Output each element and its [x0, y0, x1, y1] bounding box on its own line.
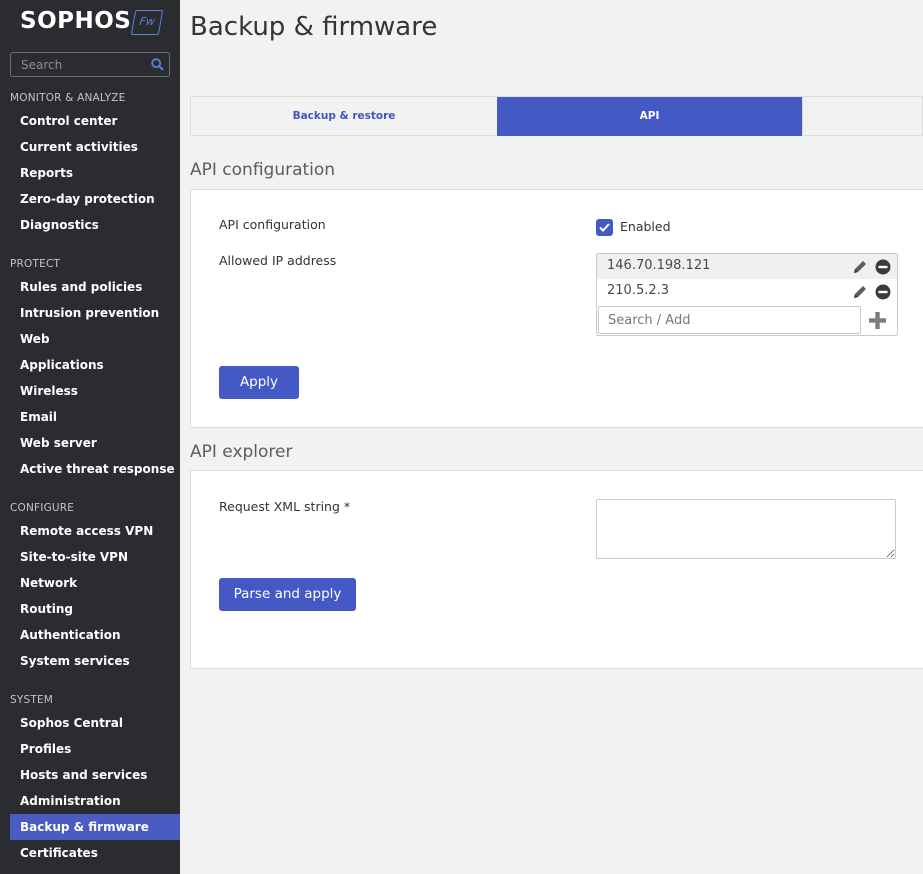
ip-address: 210.5.2.3: [607, 283, 670, 298]
brand-name: SOPHOS: [20, 8, 132, 34]
sidebar-item-system-services[interactable]: System services: [10, 648, 180, 674]
api-explorer-heading: API explorer: [190, 442, 293, 462]
sidebar-item-routing[interactable]: Routing: [10, 596, 180, 622]
sidebar: SOPHOS Fw MONITOR & ANALYZE Control cent…: [0, 0, 180, 874]
sidebar-item-control-center[interactable]: Control center: [10, 108, 180, 134]
sidebar-item-email[interactable]: Email: [10, 404, 180, 430]
allowed-ip-list: 146.70.198.121 210.5.2.3: [596, 253, 898, 336]
firewall-badge: Fw: [130, 10, 164, 35]
checkmark-icon: [599, 223, 610, 232]
sidebar-item-diagnostics[interactable]: Diagnostics: [10, 212, 180, 238]
sidebar-search-input[interactable]: [11, 53, 149, 76]
sidebar-item-web[interactable]: Web: [10, 326, 180, 352]
main-content: Backup & firmware Backup & restore API A…: [180, 0, 923, 874]
sidebar-item-rules-and-policies[interactable]: Rules and policies: [10, 274, 180, 300]
api-explorer-panel: Request XML string * Parse and apply: [190, 470, 923, 669]
page-title: Backup & firmware: [190, 12, 438, 42]
nav-section-system: SYSTEM: [10, 694, 54, 706]
sidebar-item-profiles[interactable]: Profiles: [10, 736, 180, 762]
remove-icon[interactable]: [875, 259, 891, 275]
nav-section-configure: CONFIGURE: [10, 502, 75, 514]
sidebar-item-network[interactable]: Network: [10, 570, 180, 596]
api-configuration-panel: API configuration Enabled Allowed IP add…: [190, 189, 923, 428]
ip-address: 146.70.198.121: [607, 258, 711, 273]
api-configuration-label: API configuration: [219, 217, 326, 232]
sidebar-item-authentication[interactable]: Authentication: [10, 622, 180, 648]
tab-api[interactable]: API: [497, 97, 802, 136]
plus-icon[interactable]: [867, 310, 888, 331]
tab-bar: Backup & restore API: [190, 96, 923, 136]
pencil-icon[interactable]: [852, 259, 868, 275]
tab-next[interactable]: [803, 97, 923, 136]
search-icon[interactable]: [151, 58, 164, 71]
sidebar-item-reports[interactable]: Reports: [10, 160, 180, 186]
sidebar-item-administration[interactable]: Administration: [10, 788, 180, 814]
nav-section-protect: PROTECT: [10, 258, 61, 270]
pencil-icon[interactable]: [852, 284, 868, 300]
api-enabled-checkbox[interactable]: [596, 219, 613, 236]
sidebar-item-remote-access-vpn[interactable]: Remote access VPN: [10, 518, 180, 544]
sidebar-item-applications[interactable]: Applications: [10, 352, 180, 378]
sidebar-item-sophos-central[interactable]: Sophos Central: [10, 710, 180, 736]
sidebar-item-zero-day-protection[interactable]: Zero-day protection: [10, 186, 180, 212]
api-enabled-label: Enabled: [620, 219, 671, 234]
sidebar-item-backup-firmware[interactable]: Backup & firmware: [10, 814, 180, 840]
tab-backup-restore[interactable]: Backup & restore: [191, 97, 497, 136]
sidebar-item-wireless[interactable]: Wireless: [10, 378, 180, 404]
parse-and-apply-button[interactable]: Parse and apply: [219, 578, 356, 611]
list-item: 210.5.2.3: [597, 279, 897, 304]
ip-search-add-input[interactable]: [598, 306, 861, 334]
allowed-ip-label: Allowed IP address: [219, 253, 337, 268]
list-item: 146.70.198.121: [597, 254, 897, 279]
sidebar-item-intrusion-prevention[interactable]: Intrusion prevention: [10, 300, 180, 326]
sidebar-item-hosts-and-services[interactable]: Hosts and services: [10, 762, 180, 788]
apply-button[interactable]: Apply: [219, 366, 299, 399]
remove-icon[interactable]: [875, 284, 891, 300]
sidebar-item-site-to-site-vpn[interactable]: Site-to-site VPN: [10, 544, 180, 570]
brand-logo[interactable]: SOPHOS Fw: [0, 0, 180, 46]
sidebar-item-active-threat-response[interactable]: Active threat response: [10, 456, 180, 482]
request-xml-textarea[interactable]: [596, 499, 896, 559]
request-xml-label: Request XML string *: [219, 499, 351, 514]
sidebar-item-current-activities[interactable]: Current activities: [10, 134, 180, 160]
sidebar-item-certificates[interactable]: Certificates: [10, 840, 180, 866]
sidebar-item-web-server[interactable]: Web server: [10, 430, 180, 456]
sidebar-search: [10, 52, 170, 77]
nav-section-monitor: MONITOR & ANALYZE: [10, 92, 126, 104]
api-configuration-heading: API configuration: [190, 160, 336, 180]
